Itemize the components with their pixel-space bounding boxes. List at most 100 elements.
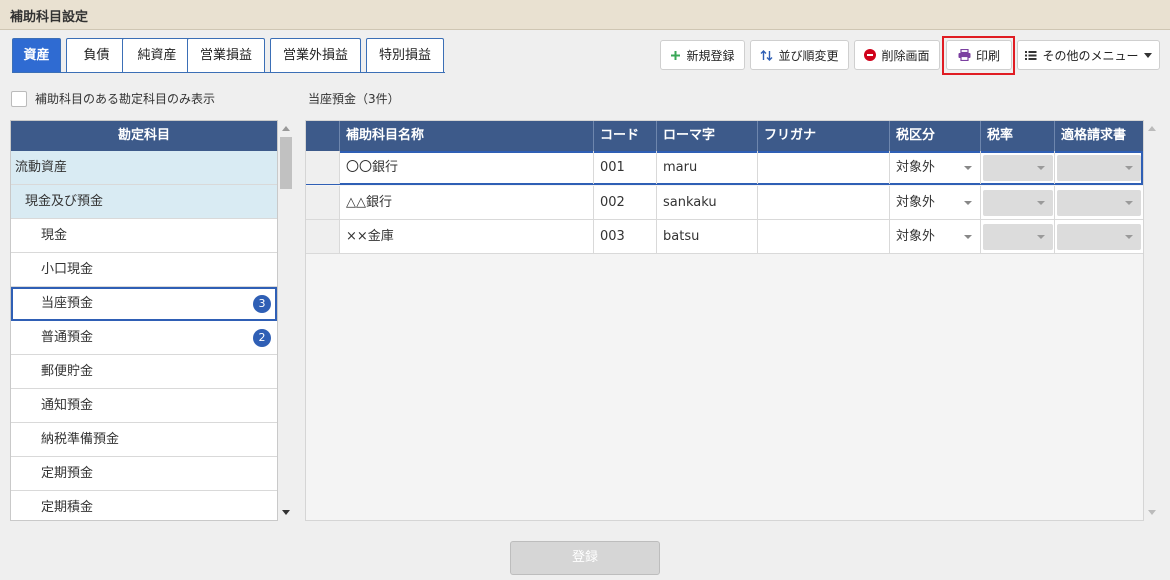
table-row[interactable]: △△銀行 002 sankaku 対象外 xyxy=(306,186,1143,220)
account-item-time-deposit[interactable]: 定期預金 xyxy=(11,457,277,491)
account-item-label: 当座預金 xyxy=(41,296,94,311)
cell-tax-category-select[interactable]: 対象外 xyxy=(889,186,980,219)
delete-screen-button[interactable]: 削除画面 xyxy=(854,40,940,70)
scroll-up-arrow-icon[interactable] xyxy=(282,126,290,131)
column-tax-rate[interactable]: 税率 xyxy=(980,121,1054,151)
cell-romaji[interactable]: batsu xyxy=(656,220,757,253)
dropdown-arrow-icon xyxy=(1125,201,1133,205)
list-icon xyxy=(1025,50,1037,60)
tax-rate-select-disabled xyxy=(983,190,1053,216)
tab-non-operating[interactable]: 営業外損益 xyxy=(270,38,361,73)
sort-arrows-icon xyxy=(760,49,773,61)
table-row[interactable]: 〇〇銀行 001 maru 対象外 xyxy=(306,151,1143,185)
cell-furigana[interactable] xyxy=(757,220,889,253)
scroll-thumb[interactable] xyxy=(280,137,292,189)
tab-operating[interactable]: 営業損益 xyxy=(187,38,265,73)
count-badge: 3 xyxy=(253,295,271,313)
invoice-select-disabled xyxy=(1057,190,1141,216)
tab-underline xyxy=(12,72,445,73)
tab-net-assets[interactable]: 純資産 xyxy=(122,38,192,73)
column-code[interactable]: コード xyxy=(593,121,656,151)
plus-icon xyxy=(671,50,681,60)
title-bar: 補助科目設定 xyxy=(0,0,1170,30)
cell-name[interactable]: △△銀行 xyxy=(339,186,593,219)
table-row[interactable]: ××金庫 003 batsu 対象外 xyxy=(306,220,1143,254)
account-item-tax-reserve-deposit[interactable]: 納税準備預金 xyxy=(11,423,277,457)
register-button[interactable]: 登録 xyxy=(510,541,660,575)
caret-down-icon xyxy=(1143,52,1152,58)
account-item-checking-deposit[interactable]: 当座預金 3 xyxy=(11,287,277,321)
dropdown-arrow-icon xyxy=(1037,235,1045,239)
account-item-label: 現金 xyxy=(41,228,68,243)
reorder-button-label: 並び順変更 xyxy=(778,48,839,63)
tab-assets[interactable]: 資産 xyxy=(12,38,61,73)
account-item-label: 定期預金 xyxy=(41,466,94,481)
account-item-label: 小口現金 xyxy=(41,262,94,277)
column-furigana[interactable]: フリガナ xyxy=(757,121,889,151)
cell-tax-rate xyxy=(980,220,1054,253)
invoice-select-disabled xyxy=(1057,155,1141,181)
cell-furigana[interactable] xyxy=(757,151,889,184)
dropdown-arrow-icon xyxy=(964,201,972,205)
tab-liabilities[interactable]: 負債 xyxy=(66,38,127,73)
account-item-label: 納税準備預金 xyxy=(41,432,120,447)
account-item-postal-savings[interactable]: 郵便貯金 xyxy=(11,355,277,389)
account-item-label: 通知預金 xyxy=(41,398,94,413)
tab-extraordinary[interactable]: 特別損益 xyxy=(366,38,444,73)
column-name[interactable]: 補助科目名称 xyxy=(339,121,593,151)
more-menu-button[interactable]: その他のメニュー xyxy=(1017,40,1160,70)
tax-rate-select-disabled xyxy=(983,155,1053,181)
grid-scrollbar[interactable] xyxy=(1145,120,1159,521)
reorder-button[interactable]: 並び順変更 xyxy=(750,40,849,70)
cell-name[interactable]: ××金庫 xyxy=(339,220,593,253)
column-romaji[interactable]: ローマ字 xyxy=(656,121,757,151)
print-highlight-frame xyxy=(942,36,1015,75)
account-item-notice-deposit[interactable]: 通知預金 xyxy=(11,389,277,423)
account-item-label: 流動資産 xyxy=(15,160,68,175)
cell-romaji[interactable]: sankaku xyxy=(656,186,757,219)
sub-account-grid: 補助科目名称 コード ローマ字 フリガナ 税区分 税率 適格請求書 〇〇銀行 0… xyxy=(305,120,1144,521)
account-item-label: 郵便貯金 xyxy=(41,364,94,379)
cell-code[interactable]: 001 xyxy=(593,151,656,184)
new-button[interactable]: 新規登録 xyxy=(660,40,745,70)
row-header-cell[interactable] xyxy=(306,220,339,253)
filter-row: 補助科目のある勘定科目のみ表示 xyxy=(11,90,215,107)
tax-rate-select-disabled xyxy=(983,224,1053,250)
account-item-current-assets[interactable]: 流動資産 xyxy=(11,151,277,185)
row-header-cell[interactable] xyxy=(306,151,339,184)
cell-code[interactable]: 003 xyxy=(593,220,656,253)
more-menu-label: その他のメニュー xyxy=(1042,48,1139,63)
tax-category-value: 対象外 xyxy=(896,160,936,175)
account-item-cash[interactable]: 現金 xyxy=(11,219,277,253)
row-header-cell[interactable] xyxy=(306,186,339,219)
scroll-down-arrow-icon[interactable] xyxy=(1148,510,1156,515)
cell-tax-category-select[interactable]: 対象外 xyxy=(889,220,980,253)
account-item-ordinary-deposit[interactable]: 普通預金 2 xyxy=(11,321,277,355)
account-item-installment-savings[interactable]: 定期積金 xyxy=(11,491,277,520)
cell-tax-rate xyxy=(980,186,1054,219)
account-item-label: 現金及び預金 xyxy=(25,194,104,209)
tax-category-value: 対象外 xyxy=(896,195,936,210)
filter-checkbox[interactable] xyxy=(11,90,27,107)
cell-code[interactable]: 002 xyxy=(593,186,656,219)
count-badge: 2 xyxy=(253,329,271,347)
column-qualified-invoice[interactable]: 適格請求書 xyxy=(1054,121,1143,151)
dropdown-arrow-icon xyxy=(964,235,972,239)
account-list-scrollbar[interactable] xyxy=(279,120,293,521)
delete-screen-button-label: 削除画面 xyxy=(881,48,930,63)
tax-category-value: 対象外 xyxy=(896,229,936,244)
dropdown-arrow-icon xyxy=(1037,166,1045,170)
scroll-up-arrow-icon[interactable] xyxy=(1148,126,1156,131)
scroll-down-arrow-icon[interactable] xyxy=(282,510,290,515)
cell-qualified-invoice xyxy=(1054,220,1143,253)
account-item-cash-and-deposits[interactable]: 現金及び預金 xyxy=(11,185,277,219)
cell-romaji[interactable]: maru xyxy=(656,151,757,184)
cell-tax-category-select[interactable]: 対象外 xyxy=(889,151,980,184)
grid-header: 補助科目名称 コード ローマ字 フリガナ 税区分 税率 適格請求書 xyxy=(306,121,1143,151)
account-item-petty-cash[interactable]: 小口現金 xyxy=(11,253,277,287)
cell-name[interactable]: 〇〇銀行 xyxy=(339,151,593,184)
filter-label[interactable]: 補助科目のある勘定科目のみ表示 xyxy=(35,90,215,107)
dropdown-arrow-icon xyxy=(964,166,972,170)
column-tax-category[interactable]: 税区分 xyxy=(889,121,980,151)
cell-furigana[interactable] xyxy=(757,186,889,219)
